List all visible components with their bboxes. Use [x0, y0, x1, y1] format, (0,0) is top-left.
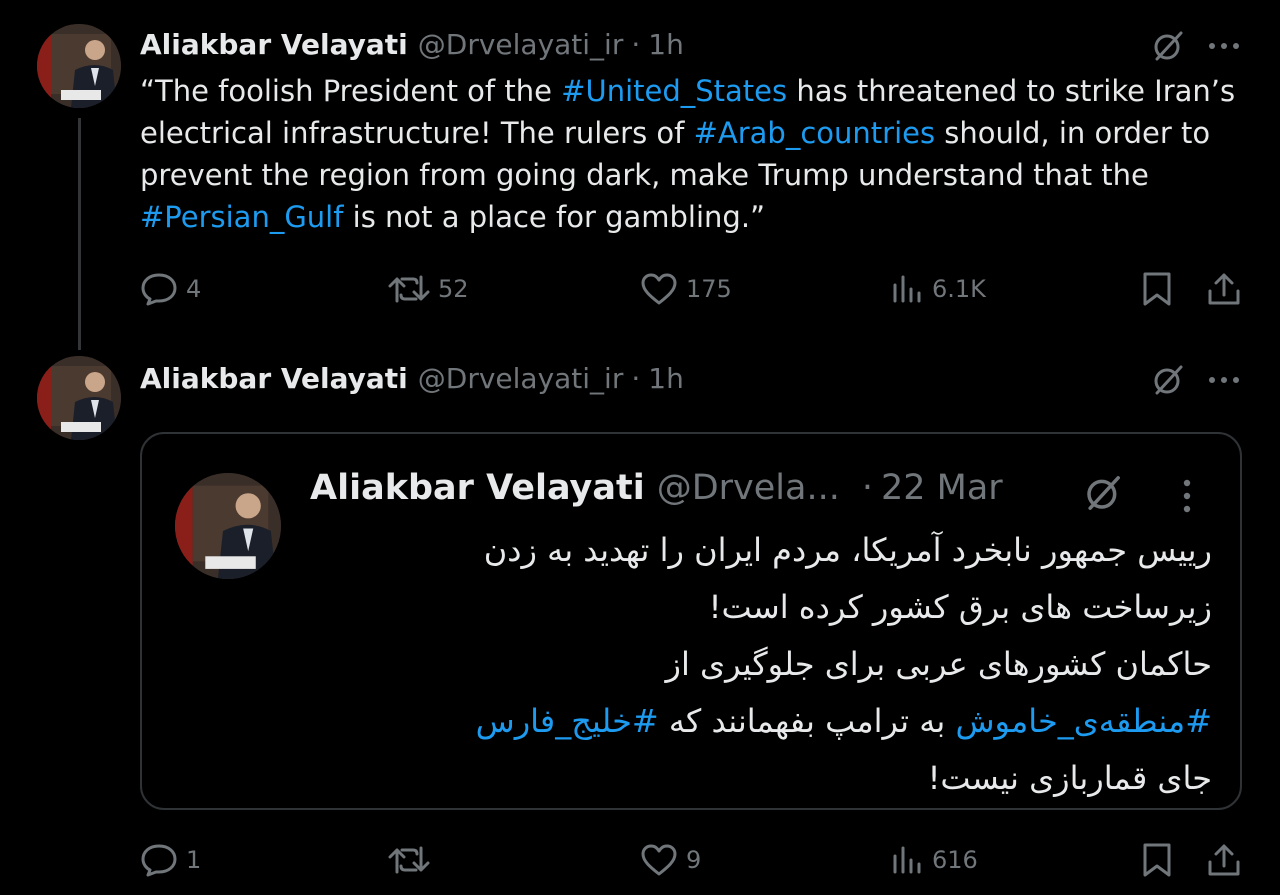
views-count: 6.1K [932, 275, 986, 303]
bookmark-button[interactable] [1140, 840, 1182, 880]
tweet-header: Aliakbar Velayati @Drvelayati_ir · 1h [140, 28, 684, 61]
author-name[interactable]: Aliakbar Velayati [310, 468, 645, 508]
quoted-tweet-text: رییس جمهور نابخرد آمریکا، مردم ایران را … [338, 522, 1212, 807]
hashtag-link[interactable]: #منطقه‌ی_خاموش [955, 702, 1212, 740]
like-icon [641, 844, 677, 876]
bookmark-icon [1143, 843, 1171, 877]
separator-dot: · [631, 28, 641, 61]
share-icon [1208, 273, 1240, 305]
author-name[interactable]: Aliakbar Velayati [140, 362, 408, 395]
views-icon [893, 846, 921, 874]
quoted-tweet-card[interactable]: Aliakbar Velayati @Drvela... · 22 Mar ری… [140, 432, 1242, 810]
like-count: 9 [686, 846, 702, 874]
share-icon [1208, 844, 1240, 876]
more-icon[interactable] [1172, 474, 1202, 518]
views-count: 616 [932, 846, 978, 874]
text-line: #منطقه‌ی_خاموش به ترامپ بفهمانند که #خلی… [338, 693, 1212, 750]
reply-button[interactable]: 4 [140, 269, 201, 309]
text-line: حاکمان کشورهای عربی برای جلوگیری از [665, 645, 1212, 683]
text-segment: “The foolish President of the [140, 74, 562, 108]
reply-button[interactable]: 1 [140, 840, 201, 880]
share-button[interactable] [1206, 269, 1250, 309]
grok-icon[interactable] [1148, 360, 1188, 400]
action-bar: 1 9 616 [140, 840, 1240, 880]
avatar[interactable] [175, 473, 281, 579]
bookmark-button[interactable] [1140, 269, 1182, 309]
more-icon[interactable] [1204, 364, 1244, 396]
hashtag-link[interactable]: #Arab_countries [694, 116, 936, 150]
hashtag-link[interactable]: #خلیج_فارس [476, 702, 659, 740]
like-icon [641, 273, 677, 305]
timestamp[interactable]: 22 Mar [881, 468, 1003, 508]
quoted-tweet-header: Aliakbar Velayati @Drvela... · 22 Mar [310, 468, 1003, 508]
more-icon[interactable] [1204, 30, 1244, 62]
repost-button[interactable]: 52 [388, 269, 469, 309]
tweet-text: “The foolish President of the #United_St… [140, 70, 1240, 238]
reply-icon [141, 844, 177, 877]
text-line: جای قماربازی نیست! [927, 759, 1212, 797]
avatar[interactable] [37, 24, 121, 108]
action-bar: 4 52 175 6.1K [140, 269, 1240, 309]
author-name[interactable]: Aliakbar Velayati [140, 28, 408, 61]
like-button[interactable]: 175 [640, 269, 732, 309]
tweet-header: Aliakbar Velayati @Drvelayati_ir · 1h [140, 362, 684, 395]
views-button[interactable]: 616 [890, 840, 978, 880]
bookmark-icon [1143, 272, 1171, 306]
separator-dot: · [861, 468, 873, 508]
grok-icon[interactable] [1148, 26, 1188, 66]
author-handle[interactable]: @Drvelayati_ir [418, 362, 624, 395]
share-button[interactable] [1206, 840, 1250, 880]
timestamp[interactable]: 1h [648, 28, 684, 61]
separator-dot: · [631, 362, 641, 395]
views-button[interactable]: 6.1K [890, 269, 986, 309]
reply-count: 4 [186, 275, 202, 303]
like-count: 175 [686, 275, 732, 303]
text-segment: به ترامپ بفهمانند که [658, 702, 956, 740]
hashtag-link[interactable]: #Persian_Gulf [140, 200, 343, 234]
repost-icon [388, 275, 430, 303]
repost-count: 52 [438, 275, 469, 303]
author-handle[interactable]: @Drvela... [657, 468, 840, 508]
grok-icon[interactable] [1080, 470, 1126, 516]
hashtag-link[interactable]: #United_States [561, 74, 787, 108]
repost-icon [388, 846, 430, 874]
views-icon [893, 275, 921, 303]
reply-icon [141, 273, 177, 306]
thread-connector [78, 118, 81, 350]
avatar[interactable] [37, 356, 121, 440]
reply-count: 1 [186, 846, 202, 874]
timestamp[interactable]: 1h [648, 362, 684, 395]
like-button[interactable]: 9 [640, 840, 701, 880]
text-line: رییس جمهور نابخرد آمریکا، مردم ایران را … [483, 531, 1212, 569]
text-segment: is not a place for gambling.” [343, 200, 766, 234]
author-handle[interactable]: @Drvelayati_ir [418, 28, 624, 61]
text-line: زیرساخت های برق کشور کرده است! [708, 588, 1212, 626]
repost-button[interactable] [388, 840, 438, 880]
